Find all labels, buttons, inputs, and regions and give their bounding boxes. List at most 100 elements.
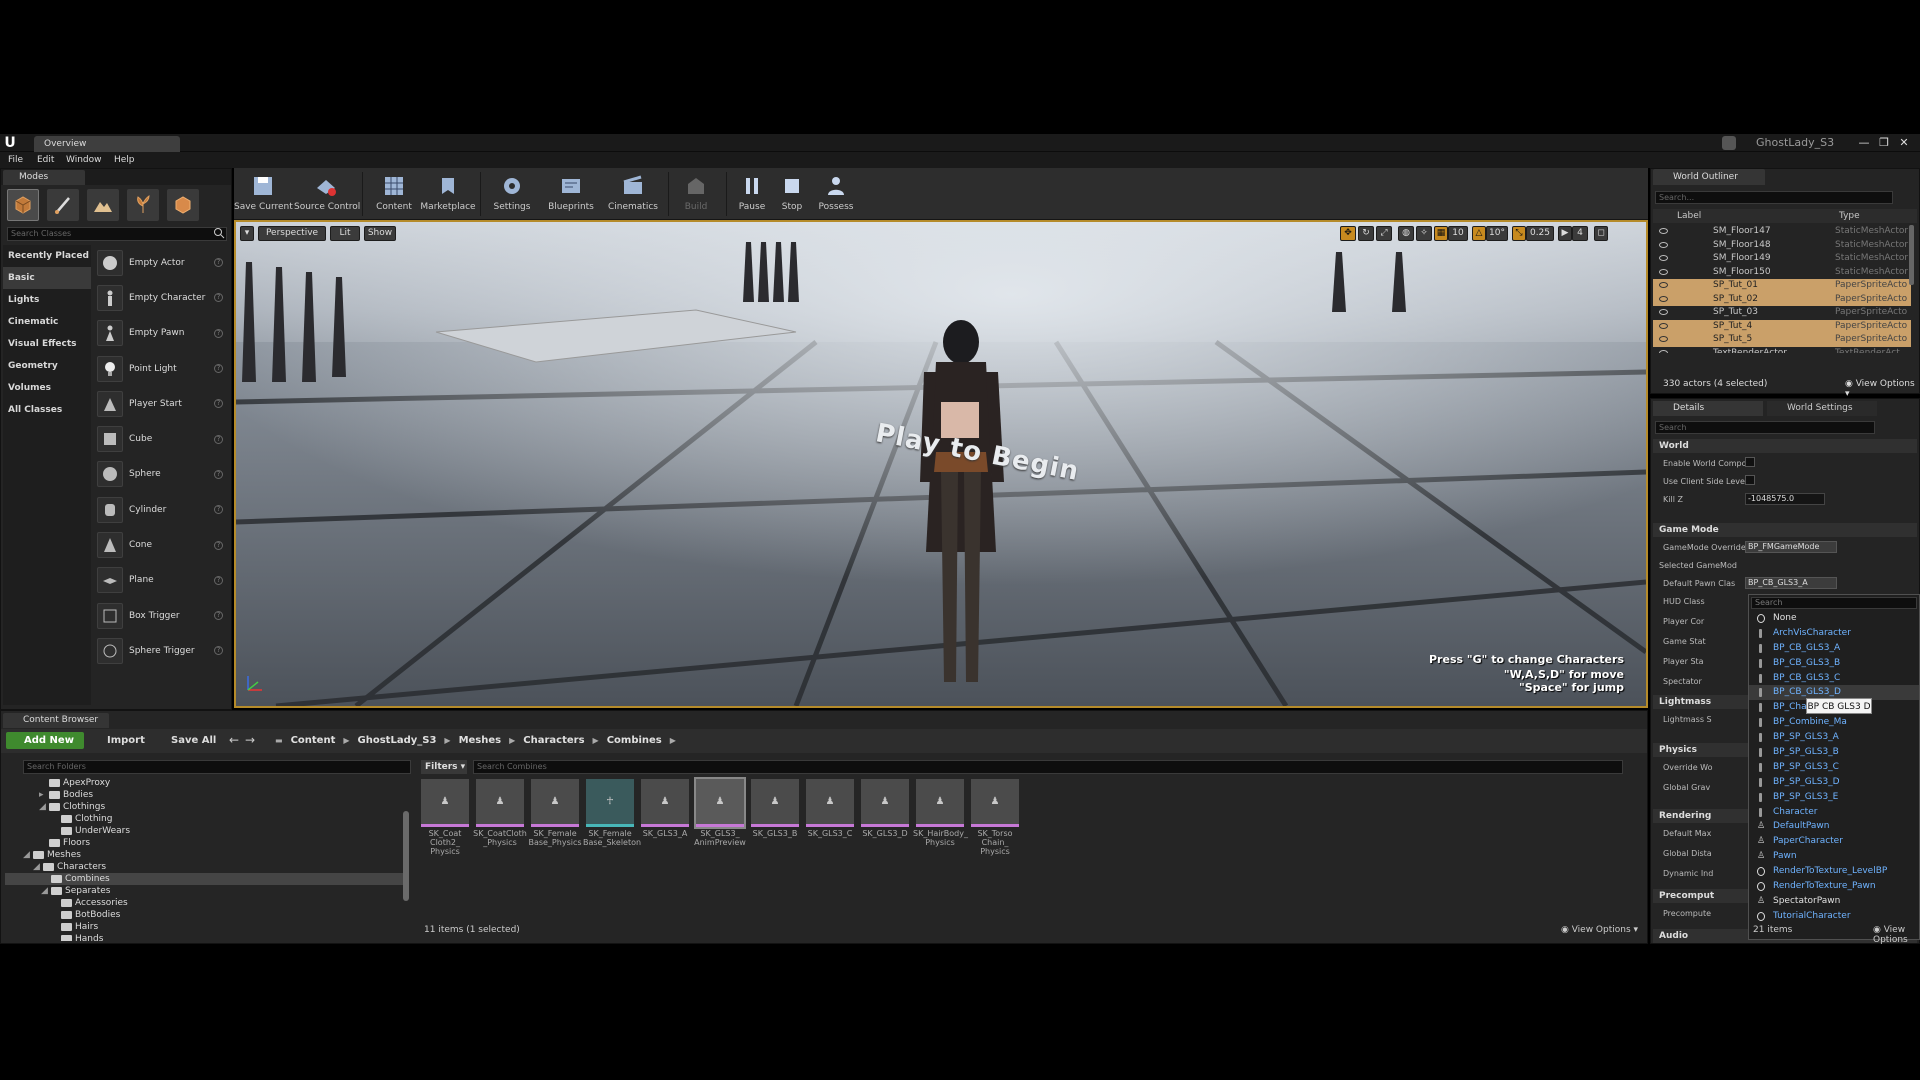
- viewport-options-button[interactable]: ▾: [240, 226, 254, 241]
- outliner-row[interactable]: TextRenderActor TextRenderAct: [1653, 347, 1911, 353]
- build-button[interactable]: Build: [674, 170, 718, 218]
- help-icon[interactable]: ?: [214, 258, 223, 268]
- tree-item[interactable]: Floors: [5, 837, 407, 849]
- kill-z-input[interactable]: -1048575.0: [1745, 493, 1825, 505]
- pawn-class-option[interactable]: BP_SP_GLS3_B: [1749, 745, 1919, 760]
- category-lights[interactable]: Lights: [3, 289, 91, 311]
- dropdown-view-options-button[interactable]: ◉ View Options: [1873, 925, 1919, 945]
- breadcrumb-content[interactable]: Content: [291, 732, 336, 749]
- visibility-eye-icon[interactable]: [1659, 255, 1668, 261]
- place-empty-pawn[interactable]: Empty Pawn?: [93, 316, 231, 351]
- pawn-class-option[interactable]: BP_CB_GLS3_C: [1749, 671, 1919, 686]
- collapse-arrow-icon[interactable]: ◢: [39, 801, 49, 813]
- tab-world-settings[interactable]: World Settings: [1767, 401, 1877, 416]
- visibility-eye-icon[interactable]: [1659, 349, 1668, 353]
- pause-button[interactable]: Pause: [732, 170, 772, 218]
- paint-mode-icon[interactable]: [47, 189, 79, 221]
- save-all-button[interactable]: Save All: [157, 732, 216, 749]
- tree-item[interactable]: ApexProxy: [5, 777, 407, 789]
- pawn-class-option[interactable]: RenderToTexture_Pawn: [1749, 879, 1919, 894]
- menu-file[interactable]: File: [8, 152, 23, 168]
- search-classes-input[interactable]: Search Classes: [7, 227, 227, 241]
- asset-tile[interactable]: ♟ SK_Torso Chain_ Physics: [971, 779, 1023, 856]
- outliner-row[interactable]: SP_Tut_01 PaperSpriteActo: [1653, 279, 1911, 293]
- perspective-button[interactable]: Perspective: [258, 226, 326, 241]
- place-box-trigger[interactable]: Box Trigger?: [93, 598, 231, 633]
- help-icon[interactable]: ?: [214, 399, 223, 409]
- outliner-row[interactable]: SM_Floor149 StaticMeshActor: [1653, 252, 1911, 266]
- scale-snap-icon[interactable]: ⤡: [1512, 226, 1526, 241]
- asset-tile[interactable]: ♟ SK_GLS3_D: [861, 779, 913, 838]
- stop-button[interactable]: Stop: [772, 170, 812, 218]
- asset-tile[interactable]: ♟ SK_GLS3_A: [641, 779, 693, 838]
- pawn-class-option[interactable]: BP_SP_GLS3_E: [1749, 790, 1919, 805]
- asset-tile[interactable]: ♟ SK_GLS3_B: [751, 779, 803, 838]
- rotation-snap-value[interactable]: 10°: [1486, 226, 1508, 241]
- place-sphere[interactable]: Sphere?: [93, 457, 231, 492]
- category-visual-effects[interactable]: Visual Effects: [3, 333, 91, 355]
- pawn-class-option[interactable]: BP_CB_GLS3_B: [1749, 656, 1919, 671]
- help-icon[interactable]: ?: [214, 540, 223, 550]
- tree-scrollbar[interactable]: [403, 811, 409, 901]
- place-point-light[interactable]: Point Light?: [93, 351, 231, 386]
- collapse-arrow-icon[interactable]: ◢: [41, 885, 51, 897]
- tree-item[interactable]: Hairs: [5, 921, 407, 933]
- outliner-row[interactable]: SP_Tut_03 PaperSpriteActo: [1653, 306, 1911, 320]
- help-icon[interactable]: ?: [214, 505, 223, 515]
- import-button[interactable]: Import: [93, 732, 145, 749]
- tree-item[interactable]: ▸ Bodies: [5, 789, 407, 801]
- pawn-class-option[interactable]: BP_CB_GLS3_A: [1749, 641, 1919, 656]
- level-viewport[interactable]: ▾ Perspective Lit Show ✥ ↻ ⤢ ◍ ✧ ▦ 10 △ …: [234, 220, 1648, 708]
- outliner-search-input[interactable]: Search...: [1655, 191, 1893, 204]
- visibility-eye-icon[interactable]: [1659, 336, 1668, 342]
- pawn-class-option[interactable]: Character: [1749, 805, 1919, 820]
- place-plane[interactable]: Plane?: [93, 563, 231, 598]
- camera-speed-value[interactable]: 4: [1572, 226, 1588, 241]
- pawn-class-option[interactable]: ArchVisCharacter: [1749, 626, 1919, 641]
- geometry-mode-icon[interactable]: [167, 189, 199, 221]
- outliner-row[interactable]: SM_Floor150 StaticMeshActor: [1653, 266, 1911, 280]
- place-sphere-trigger[interactable]: Sphere Trigger?: [93, 633, 231, 668]
- content-button[interactable]: Content: [372, 170, 416, 218]
- tree-item[interactable]: ◢ Characters: [5, 861, 407, 873]
- help-icon[interactable]: ?: [214, 328, 223, 338]
- section-world[interactable]: World: [1653, 439, 1917, 453]
- pawn-class-option[interactable]: BP_Combine_Ma: [1749, 715, 1919, 730]
- tab-details[interactable]: Details: [1653, 401, 1763, 416]
- pawn-class-option[interactable]: ♙ Pawn: [1749, 849, 1919, 864]
- pawn-class-option[interactable]: BP_SP_GLS3_C: [1749, 760, 1919, 775]
- settings-button[interactable]: Settings: [484, 170, 540, 218]
- scale-snap-value[interactable]: 0.25: [1526, 226, 1554, 241]
- place-player-start[interactable]: Player Start?: [93, 386, 231, 421]
- chevron-right-icon[interactable]: ▶: [509, 732, 515, 749]
- outliner-view-options-button[interactable]: ◉ View Options ▾: [1845, 379, 1919, 399]
- scale-tool-icon[interactable]: ⤢: [1376, 226, 1392, 241]
- asset-tile[interactable]: ☥ SK_Female Base_Skeleton: [583, 779, 641, 847]
- marketplace-button[interactable]: Marketplace: [420, 170, 476, 218]
- outliner-row[interactable]: SM_Floor147 StaticMeshActor: [1653, 225, 1911, 239]
- save-current-button[interactable]: Save Current: [234, 170, 293, 218]
- tree-item[interactable]: UnderWears: [5, 825, 407, 837]
- chevron-right-icon[interactable]: ▶: [670, 732, 676, 749]
- landscape-mode-icon[interactable]: [87, 189, 119, 221]
- asset-tile[interactable]: ♟ SK_Coat Cloth2_ Physics: [421, 779, 473, 856]
- outliner-row[interactable]: SP_Tut_02 PaperSpriteActo: [1653, 292, 1911, 306]
- section-game-mode[interactable]: Game Mode: [1653, 523, 1917, 537]
- tree-item[interactable]: BotBodies: [5, 909, 407, 921]
- rotate-tool-icon[interactable]: ↻: [1358, 226, 1374, 241]
- asset-tile[interactable]: ♟ SK_HairBody_ Physics: [913, 779, 968, 847]
- tree-item[interactable]: ◢ Clothings: [5, 801, 407, 813]
- search-assets-input[interactable]: Search Combines: [473, 760, 1623, 774]
- breadcrumb-ghostlady[interactable]: GhostLady_S3: [358, 732, 437, 749]
- world-space-icon[interactable]: ◍: [1398, 226, 1414, 241]
- search-folders-input[interactable]: Search Folders: [23, 760, 411, 774]
- pawn-class-option[interactable]: RenderToTexture_LevelBP: [1749, 864, 1919, 879]
- tab-overview[interactable]: Overview: [34, 136, 180, 152]
- translate-tool-icon[interactable]: ✥: [1340, 226, 1356, 241]
- breadcrumb-combines[interactable]: Combines: [607, 732, 662, 749]
- grid-snap-icon[interactable]: ▦: [1434, 226, 1448, 241]
- asset-tile[interactable]: ♟ SK_CoatCloth _Physics: [473, 779, 528, 847]
- tab-content-browser[interactable]: Content Browser: [3, 713, 109, 728]
- foliage-mode-icon[interactable]: [127, 189, 159, 221]
- back-arrow-icon[interactable]: ←: [229, 732, 243, 749]
